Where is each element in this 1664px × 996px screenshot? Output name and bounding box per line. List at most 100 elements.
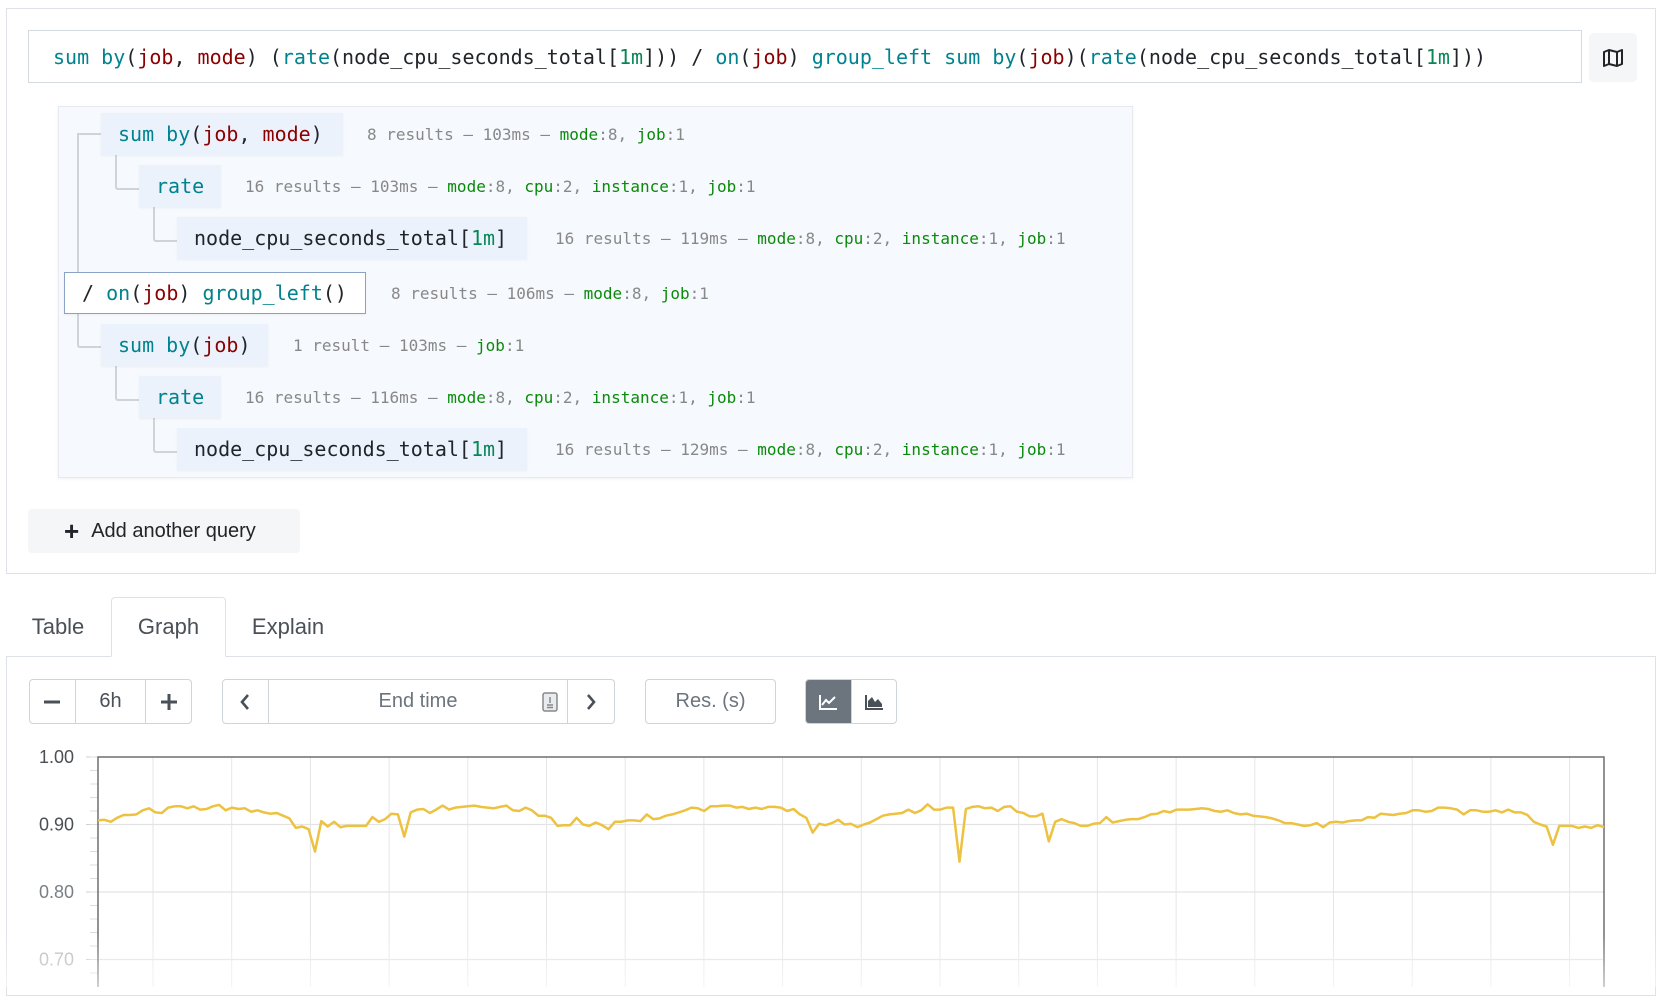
- expr-token: [932, 45, 944, 69]
- label-count: :8,: [485, 176, 525, 196]
- end-time-placeholder: End time: [378, 690, 458, 712]
- expr-token: job: [751, 44, 788, 69]
- expr-token: ])): [1449, 44, 1487, 69]
- increase-range-button[interactable]: [145, 680, 191, 723]
- expr-token: sum: [53, 44, 90, 69]
- tree-connector-line: [77, 313, 103, 348]
- stacking-toggle-group: [805, 679, 897, 724]
- expr-token: by: [992, 44, 1017, 69]
- range-input[interactable]: 6h: [74, 680, 145, 723]
- resolution-input[interactable]: Res. (s): [645, 679, 776, 724]
- label-name: instance: [901, 228, 979, 248]
- stacked-chart-button[interactable]: [850, 680, 897, 723]
- expr-token: ])) /: [643, 44, 716, 69]
- label-name: cpu: [834, 439, 864, 459]
- label-name: job: [660, 283, 690, 303]
- range-value: 6h: [99, 690, 122, 712]
- expr-token: (: [190, 333, 203, 357]
- tree-node-selector-2[interactable]: node_cpu_seconds_total[1m]: [177, 428, 527, 470]
- label-name: cpu: [524, 387, 554, 407]
- tree-connector-line: [115, 155, 141, 190]
- tab-table[interactable]: Table: [10, 597, 106, 657]
- calendar-icon[interactable]: [542, 692, 559, 718]
- label-count: :1: [736, 176, 756, 196]
- end-time-next-button[interactable]: [567, 680, 614, 723]
- tab-graph-label: Graph: [137, 614, 200, 639]
- tree-node-info: 16 results — 119ms — mode:8, cpu:2, inst…: [555, 217, 1066, 259]
- expr-token: rate: [1088, 44, 1137, 69]
- add-query-button[interactable]: + Add another query: [28, 509, 300, 553]
- tree-view-toggle-button[interactable]: [1589, 33, 1637, 82]
- label-count: :1,: [978, 439, 1018, 459]
- expr-token: [980, 45, 992, 69]
- expr-token: 1m: [470, 437, 496, 461]
- label-count: :1: [1046, 439, 1066, 459]
- expr-token: group_left: [811, 44, 933, 69]
- tab-explain-label: Explain: [251, 614, 325, 639]
- unstacked-chart-button[interactable]: [806, 680, 851, 723]
- tree-node-selector-1[interactable]: node_cpu_seconds_total[1m]: [177, 217, 527, 259]
- label-name: mode: [447, 387, 486, 407]
- label-name: cpu: [834, 228, 864, 248]
- add-query-label: Add another query: [91, 519, 256, 542]
- expr-token: [154, 122, 166, 146]
- expr-token: job: [1028, 44, 1065, 69]
- expr-token: /: [82, 281, 107, 305]
- end-time-input[interactable]: End time: [267, 680, 568, 723]
- node-stats: 16 results — 103ms —: [245, 176, 448, 196]
- node-stats: 16 results — 129ms —: [555, 439, 758, 459]
- tree-node-rate-1[interactable]: rate: [139, 165, 221, 207]
- plus-icon: +: [64, 516, 80, 546]
- label-count: :1: [504, 335, 525, 355]
- expr-token: on: [715, 44, 740, 69]
- end-time-input-group: End time: [222, 679, 615, 724]
- expr-token: ): [238, 333, 251, 357]
- expr-token: (node_cpu_seconds_total[: [330, 44, 619, 69]
- tree-connector-line: [153, 418, 179, 453]
- expr-token: by: [166, 122, 191, 146]
- chevron-right-icon: [587, 693, 596, 710]
- expr-token: rate: [281, 44, 330, 69]
- tab-explain[interactable]: Explain: [232, 597, 344, 657]
- expr-token: node_cpu_seconds_total[: [194, 226, 471, 250]
- label-count: :8,: [795, 439, 835, 459]
- label-name: mode: [447, 176, 486, 196]
- tree-node-info: 8 results — 106ms — mode:8, job:1: [391, 272, 709, 314]
- label-name: mode: [559, 124, 599, 144]
- tab-graph[interactable]: Graph: [111, 597, 226, 657]
- expr-token: rate: [156, 385, 205, 409]
- tree-connector-line: [153, 207, 179, 242]
- tree-node-info: 1 result — 103ms — job:1: [293, 324, 524, 366]
- expr-token: )(: [1064, 44, 1089, 69]
- plus-icon: [160, 693, 177, 710]
- label-count: :1,: [668, 387, 708, 407]
- expr-token: job: [137, 44, 174, 69]
- query-expression-input[interactable]: sum by(job, mode) (rate (node_cpu_seconds…: [28, 30, 1582, 83]
- tree-node-sum-by-job-mode[interactable]: sum by(job, mode): [101, 113, 343, 155]
- expr-token: 1m: [470, 226, 496, 250]
- label-name: job: [1017, 439, 1047, 459]
- chevron-left-icon: [240, 693, 250, 710]
- expr-token: job: [142, 281, 179, 305]
- tree-node-binary-op[interactable]: / on(job) group_left(): [64, 272, 366, 314]
- label-count: :8,: [485, 387, 525, 407]
- area-chart-icon: [864, 694, 883, 710]
- tree-node-rate-2[interactable]: rate: [139, 376, 221, 418]
- expr-token: (: [125, 44, 138, 69]
- label-count: :2,: [553, 387, 592, 407]
- resolution-placeholder: Res. (s): [675, 690, 746, 712]
- expr-token: job: [202, 122, 239, 146]
- decrease-range-button[interactable]: [30, 680, 75, 723]
- node-stats: 16 results — 119ms —: [555, 228, 758, 248]
- label-name: mode: [757, 228, 796, 248]
- expr-token: [154, 333, 166, 357]
- tree-node-info: 16 results — 103ms — mode:8, cpu:2, inst…: [245, 165, 756, 207]
- node-stats: 8 results — 103ms —: [367, 124, 560, 144]
- tree-node-sum-by-job[interactable]: sum by(job): [101, 324, 268, 366]
- label-count: :2,: [553, 176, 592, 196]
- end-time-prev-button[interactable]: [223, 680, 268, 723]
- expr-token: sum: [944, 44, 981, 69]
- label-name: job: [476, 335, 505, 355]
- map-icon: [1603, 48, 1623, 67]
- minus-icon: [44, 700, 61, 703]
